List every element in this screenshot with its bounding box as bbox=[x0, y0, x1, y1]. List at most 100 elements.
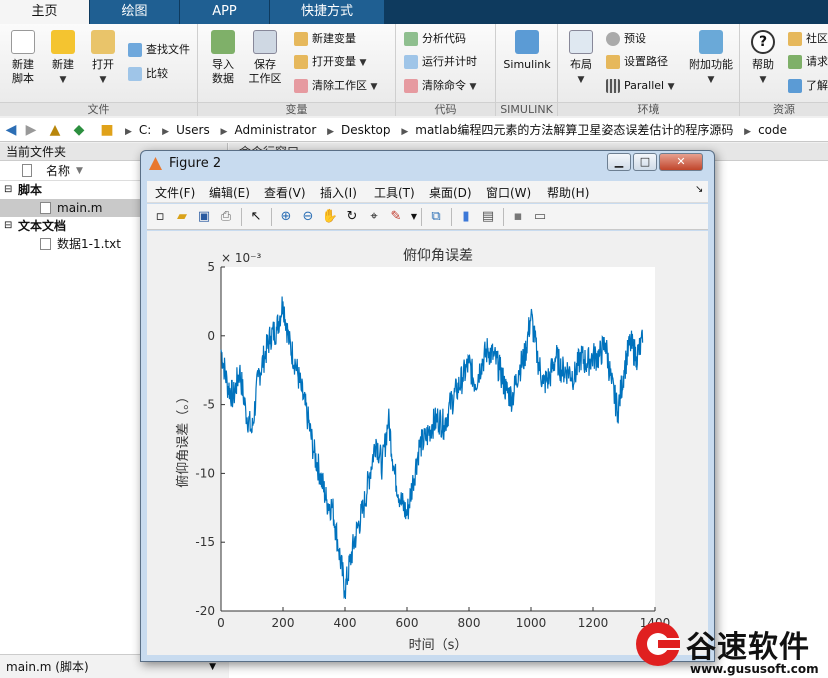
save-icon[interactable]: ▣ bbox=[195, 208, 213, 226]
browse-folder-icon[interactable]: ◆ bbox=[70, 121, 88, 139]
tab-apps[interactable]: APP bbox=[180, 0, 270, 24]
preferences-button[interactable]: 预设 bbox=[606, 29, 646, 49]
menu-tools[interactable]: 工具(T) bbox=[374, 184, 415, 201]
addons-icon bbox=[699, 30, 723, 54]
new-variable-button[interactable]: 新建变量 bbox=[294, 29, 356, 49]
breadcrumb-item[interactable]: Administrator bbox=[230, 118, 320, 142]
toolbar-divider bbox=[503, 208, 504, 226]
ribbon-group-label-resources: 资源 bbox=[740, 102, 828, 116]
file-details-label: main.m (脚本) bbox=[6, 660, 89, 674]
open-file-icon[interactable]: ▰ bbox=[173, 208, 191, 226]
run-and-time-icon bbox=[404, 55, 418, 69]
brush-icon[interactable]: ✎ bbox=[387, 208, 405, 226]
toolbar-divider bbox=[451, 208, 452, 226]
simulink-button[interactable]: Simulink bbox=[500, 30, 554, 72]
menu-help[interactable]: 帮助(H) bbox=[547, 184, 589, 201]
menu-window[interactable]: 窗口(W) bbox=[486, 184, 531, 201]
maximize-button[interactable]: □ bbox=[633, 153, 657, 171]
address-bar: ◀ ▶ ▲ ◆ ■ ▶ C: ▶ Users ▶ Administrator ▶ Des… bbox=[0, 118, 828, 142]
gusu-logo-icon bbox=[636, 622, 680, 666]
parallel-label: Parallel bbox=[624, 79, 665, 92]
menu-edit[interactable]: 编辑(E) bbox=[209, 184, 250, 201]
breadcrumb-item[interactable]: C: bbox=[135, 118, 155, 142]
help-button[interactable]: ? 帮助 ▼ bbox=[746, 30, 780, 87]
tab-shortcuts[interactable]: 快捷方式 bbox=[270, 0, 385, 24]
tab-home[interactable]: 主页 bbox=[0, 0, 90, 24]
new-label: 新建 bbox=[52, 58, 74, 71]
simulink-label: Simulink bbox=[503, 58, 551, 71]
breadcrumb-item[interactable]: code bbox=[754, 118, 791, 142]
minimize-button[interactable]: ▁ bbox=[607, 153, 631, 171]
dock-arrow-icon[interactable]: ↘ bbox=[695, 184, 703, 195]
tree-group-label: 文本文档 bbox=[18, 219, 67, 233]
pan-icon[interactable]: ✋ bbox=[321, 208, 339, 226]
run-and-time-button[interactable]: 运行并计时 bbox=[404, 52, 477, 72]
compare-icon bbox=[128, 67, 142, 81]
learn-matlab-button[interactable]: 了解 bbox=[788, 76, 828, 96]
folder-icon: ■ bbox=[100, 122, 114, 138]
chevron-down-icon: ▼ bbox=[577, 75, 585, 85]
help-icon: ? bbox=[751, 30, 775, 54]
zoom-in-icon[interactable]: ⊕ bbox=[277, 208, 295, 226]
y-tick-label: 5 bbox=[207, 260, 215, 274]
breadcrumb: ▶ C: ▶ Users ▶ Administrator ▶ Desktop ▶ matl… bbox=[122, 118, 791, 142]
new-script-button[interactable]: 新建 脚本 bbox=[6, 30, 40, 86]
open-button[interactable]: 打开 ▼ bbox=[86, 30, 120, 87]
analyze-code-button[interactable]: 分析代码 bbox=[404, 29, 466, 49]
tab-plots[interactable]: 绘图 bbox=[90, 0, 180, 24]
up-folder-icon[interactable]: ▲ bbox=[46, 121, 64, 139]
menu-insert[interactable]: 插入(I) bbox=[320, 184, 357, 201]
clear-workspace-button[interactable]: 清除工作区 ▼ bbox=[294, 76, 377, 96]
new-figure-icon[interactable]: ▫ bbox=[151, 208, 169, 226]
y-tick-label: -5 bbox=[203, 398, 215, 412]
zoom-out-icon[interactable]: ⊖ bbox=[299, 208, 317, 226]
menu-desktop[interactable]: 桌面(D) bbox=[429, 184, 472, 201]
open-variable-button[interactable]: 打开变量 ▼ bbox=[294, 52, 366, 72]
import-data-button[interactable]: 导入 数据 bbox=[206, 30, 240, 86]
ribbon-group-code: 分析代码 运行并计时 清除命令 ▼ 代码 bbox=[396, 24, 496, 116]
link-plot-icon[interactable]: ⧉ bbox=[427, 208, 445, 226]
find-files-button[interactable]: 查找文件 bbox=[128, 40, 190, 60]
figure-title-bar[interactable]: Figure 2 ▁ □ ✕ bbox=[141, 151, 714, 177]
save-workspace-button[interactable]: 保存 工作区 bbox=[246, 30, 284, 86]
pointer-icon[interactable]: ↖ bbox=[247, 208, 265, 226]
addons-button[interactable]: 附加功能 ▼ bbox=[686, 30, 736, 87]
request-support-button[interactable]: 请求 bbox=[788, 52, 828, 72]
community-button[interactable]: 社区 bbox=[788, 29, 828, 49]
toolbar-divider bbox=[271, 208, 272, 226]
rotate-icon[interactable]: ↻ bbox=[343, 208, 361, 226]
layout-button[interactable]: 布局 ▼ bbox=[564, 30, 598, 87]
forward-arrow-icon[interactable]: ▶ bbox=[22, 121, 40, 139]
data-cursor-icon[interactable]: ⌖ bbox=[365, 208, 383, 226]
matlab-logo-icon bbox=[149, 157, 162, 170]
hide-plot-tools-icon[interactable]: ▪ bbox=[509, 208, 527, 226]
menu-view[interactable]: 查看(V) bbox=[264, 184, 306, 201]
print-icon[interactable]: ⎙ bbox=[217, 208, 235, 226]
parallel-button[interactable]: Parallel ▼ bbox=[606, 76, 675, 96]
chevron-down-icon: ▼ bbox=[370, 82, 378, 92]
clear-commands-icon bbox=[404, 79, 418, 93]
ribbon-group-label-file: 文件 bbox=[0, 102, 197, 116]
figure-window: Figure 2 ▁ □ ✕ 文件(F) 编辑(E) 查看(V) 插入(I) 工… bbox=[140, 150, 715, 662]
clear-commands-button[interactable]: 清除命令 ▼ bbox=[404, 76, 476, 96]
column-name-label: 名称 bbox=[46, 164, 71, 178]
breadcrumb-item[interactable]: matlab编程四元素的方法解算卫星姿态误差估计的程序源码 bbox=[411, 118, 737, 142]
pitch-error-chart[interactable]: 020040060080010001200140050-5-10-15-20 俯… bbox=[147, 231, 708, 655]
compare-button[interactable]: 比较 bbox=[128, 64, 168, 84]
show-plot-tools-icon[interactable]: ▭ bbox=[531, 208, 549, 226]
legend-icon[interactable]: ▤ bbox=[479, 208, 497, 226]
new-button[interactable]: 新建 ▼ bbox=[46, 30, 80, 87]
back-arrow-icon[interactable]: ◀ bbox=[2, 121, 20, 139]
breadcrumb-item[interactable]: Users bbox=[172, 118, 214, 142]
colorbar-icon[interactable]: ▮ bbox=[457, 208, 475, 226]
close-icon: ✕ bbox=[676, 155, 686, 168]
set-path-button[interactable]: 设置路径 bbox=[606, 52, 668, 72]
toolbar-divider bbox=[241, 208, 242, 226]
close-button[interactable]: ✕ bbox=[659, 153, 703, 171]
breadcrumb-item[interactable]: Desktop bbox=[337, 118, 395, 142]
text-file-icon bbox=[40, 238, 51, 250]
tree-group-label: 脚本 bbox=[18, 183, 43, 197]
menu-file[interactable]: 文件(F) bbox=[155, 184, 195, 201]
ribbon-group-label-code: 代码 bbox=[396, 102, 495, 116]
compare-label: 比较 bbox=[146, 67, 168, 80]
